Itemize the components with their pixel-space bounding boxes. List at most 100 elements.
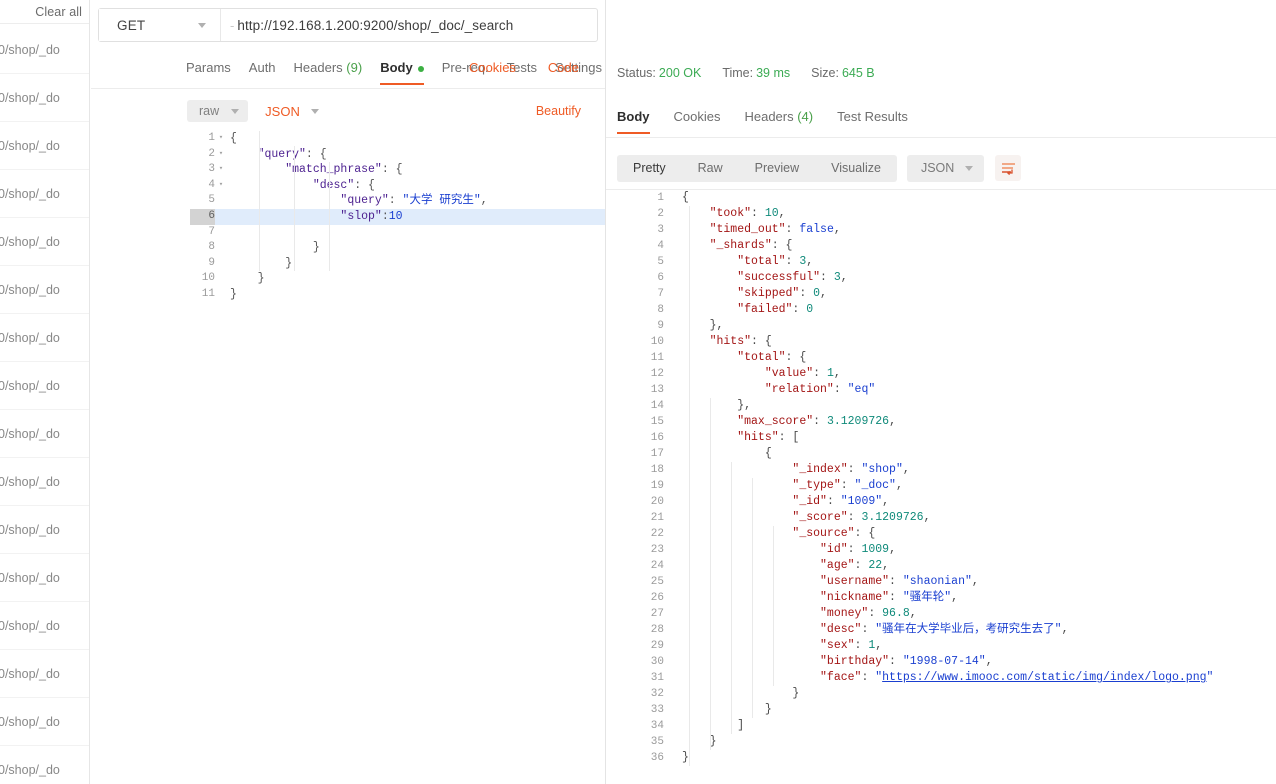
history-item[interactable]: 0/shop/_do [0, 602, 89, 650]
history-item[interactable]: 0/shop/_do [0, 26, 89, 74]
response-view-pretty[interactable]: Pretty [617, 155, 682, 182]
code-line[interactable]: 9 }, [606, 318, 1276, 334]
tab-count: (4) [793, 109, 814, 124]
code-line[interactable]: 17 { [606, 446, 1276, 462]
code-line[interactable]: 6 "successful": 3, [606, 270, 1276, 286]
code-text: } [230, 240, 320, 256]
response-tab-body[interactable]: Body [617, 109, 650, 134]
token: 10 [764, 207, 779, 220]
token: } [230, 241, 320, 255]
code-line[interactable]: 24 "age": 22, [606, 558, 1276, 574]
history-item[interactable]: 0/shop/_do [0, 218, 89, 266]
code-line[interactable]: 34 ] [606, 718, 1276, 734]
fold-arrow-icon[interactable]: ▾ [217, 131, 225, 147]
token: "nickname" [682, 591, 890, 604]
body-mode-selector[interactable]: raw [187, 100, 249, 122]
code-line[interactable]: 21 "_score": 3.1209726, [606, 510, 1276, 526]
request-tab-body[interactable]: Body [380, 60, 424, 85]
code-line[interactable]: 8 "failed": 0 [606, 302, 1276, 318]
token: , [889, 415, 896, 428]
code-line[interactable]: 12 "value": 1, [606, 366, 1276, 382]
body-format-selector[interactable]: JSON [265, 104, 319, 119]
tab-label: Test Results [837, 109, 908, 124]
history-item[interactable]: 0/shop/_do [0, 698, 89, 746]
token: : [799, 287, 814, 300]
url-input[interactable]: - http://192.168.1.200:9200/shop/_doc/_s… [221, 9, 597, 41]
response-tab-testresults[interactable]: Test Results [837, 109, 908, 133]
fold-arrow-icon[interactable]: ▾ [217, 178, 225, 194]
code-line[interactable]: 22 "_source": { [606, 526, 1276, 542]
code-line[interactable]: 15 "max_score": 3.1209726, [606, 414, 1276, 430]
token: : [785, 255, 800, 268]
fold-arrow-icon[interactable]: ▾ [217, 147, 225, 163]
fold-arrow-icon[interactable]: ▾ [217, 162, 225, 178]
code-line[interactable]: 25 "username": "shaonian", [606, 574, 1276, 590]
code-line[interactable]: 31 "face": "https://www.imooc.com/static… [606, 670, 1276, 686]
beautify-button[interactable]: Beautify [536, 104, 581, 118]
request-tab-headers[interactable]: Headers (9) [294, 60, 363, 84]
line-number: 31 [650, 672, 664, 684]
token: 1009 [861, 543, 890, 556]
history-item[interactable]: 0/shop/_do [0, 122, 89, 170]
history-item[interactable]: 0/shop/_do [0, 554, 89, 602]
code-line[interactable]: 4 "_shards": { [606, 238, 1276, 254]
clear-all-button[interactable]: Clear all [35, 5, 82, 19]
response-format-selector[interactable]: JSON [906, 154, 985, 182]
response-view-visualize[interactable]: Visualize [815, 155, 897, 182]
request-action-code[interactable]: Code [548, 60, 579, 84]
code-line[interactable]: 32 } [606, 686, 1276, 702]
code-line[interactable]: 3 "timed_out": false, [606, 222, 1276, 238]
token: : [889, 575, 903, 588]
code-line[interactable]: 13 "relation": "eq" [606, 382, 1276, 398]
request-tab-auth[interactable]: Auth [249, 60, 276, 84]
response-tab-headers[interactable]: Headers (4) [744, 109, 813, 133]
response-link[interactable]: https://www.imooc.com/static/img/index/l… [882, 671, 1206, 684]
history-item[interactable]: 0/shop/_do [0, 314, 89, 362]
code-line[interactable]: 7 "skipped": 0, [606, 286, 1276, 302]
token: } [682, 687, 800, 700]
code-text: "age": 22, [682, 558, 889, 574]
response-view-raw[interactable]: Raw [682, 155, 739, 182]
code-line[interactable]: 11 "total": { [606, 350, 1276, 366]
code-line[interactable]: 29 "sex": 1, [606, 638, 1276, 654]
code-line[interactable]: 20 "_id": "1009", [606, 494, 1276, 510]
request-action-cookies[interactable]: Cookies [469, 60, 516, 84]
response-tab-cookies[interactable]: Cookies [674, 109, 721, 133]
code-line[interactable]: 26 "nickname": "骚年轮", [606, 590, 1276, 606]
history-item[interactable]: 0/shop/_do [0, 650, 89, 698]
code-line[interactable]: 5 "total": 3, [606, 254, 1276, 270]
code-line[interactable]: 23 "id": 1009, [606, 542, 1276, 558]
history-item[interactable]: 0/shop/_do [0, 458, 89, 506]
code-line[interactable]: 35 } [606, 734, 1276, 750]
line-number: 30 [650, 656, 664, 668]
code-line[interactable]: 18 "_index": "shop", [606, 462, 1276, 478]
history-item[interactable]: 0/shop/_do [0, 74, 89, 122]
sidebar-scrollbar-track[interactable] [68, 25, 74, 784]
history-item[interactable]: 0/shop/_do [0, 746, 89, 784]
code-line[interactable]: 36} [606, 750, 1276, 766]
code-line[interactable]: 27 "money": 96.8, [606, 606, 1276, 622]
response-code-lines[interactable]: 1{2 "took": 10, 3 "timed_out": false, 4 "_… [606, 190, 1276, 766]
history-item[interactable]: 0/shop/_do [0, 506, 89, 554]
code-line[interactable]: 16 "hits": [ [606, 430, 1276, 446]
code-line[interactable]: 30 "birthday": "1998-07-14", [606, 654, 1276, 670]
code-line[interactable]: 10 "hits": { [606, 334, 1276, 350]
word-wrap-icon[interactable] [995, 155, 1022, 181]
indent-guide [689, 206, 690, 766]
response-body-editor[interactable]: 1{2 "took": 10, 3 "timed_out": false, 4 "_… [606, 190, 1276, 784]
history-item[interactable]: 0/shop/_do [0, 362, 89, 410]
code-line[interactable]: 2 "took": 10, [606, 206, 1276, 222]
response-view-preview[interactable]: Preview [739, 155, 815, 182]
history-item[interactable]: 0/shop/_do [0, 410, 89, 458]
code-line[interactable]: 1{ [606, 190, 1276, 206]
history-list[interactable]: 0/shop/_do 0/shop/_do 0/shop/_do 0/shop/_do… [0, 25, 89, 784]
request-tab-params[interactable]: Params [186, 60, 231, 84]
code-line[interactable]: 33 } [606, 702, 1276, 718]
method-selector[interactable]: GET [99, 9, 221, 41]
code-line[interactable]: 28 "desc": "骚年在大学毕业后，考研究生去了", [606, 622, 1276, 638]
history-item[interactable]: 0/shop/_do [0, 266, 89, 314]
code-text: "id": 1009, [682, 542, 896, 558]
code-line[interactable]: 19 "_type": "_doc", [606, 478, 1276, 494]
code-line[interactable]: 14 }, [606, 398, 1276, 414]
history-item[interactable]: 0/shop/_do [0, 170, 89, 218]
